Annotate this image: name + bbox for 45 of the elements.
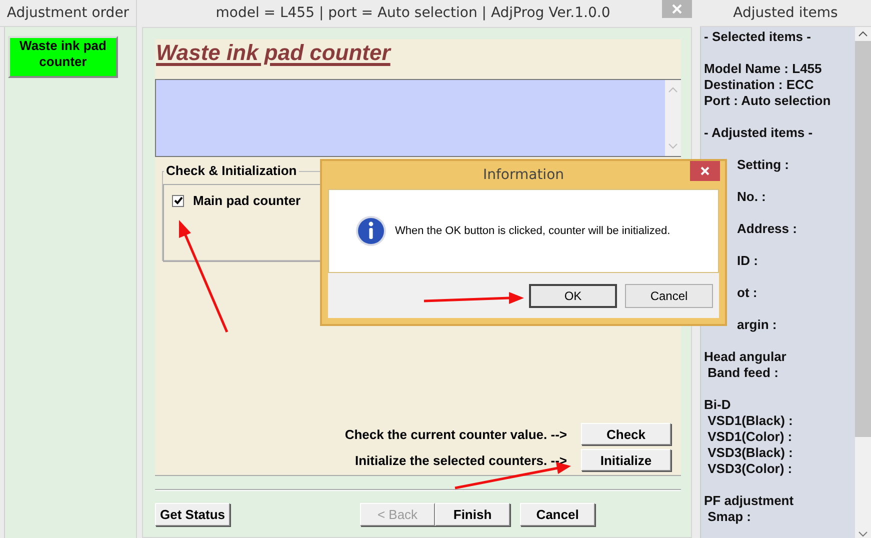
window-title: model = L455 | port = Auto selection | AdjProg Ver.1.0.0 [216,5,610,21]
item-line: ot : [737,285,758,301]
item-line: No. : [737,189,767,205]
item-line: ID : [737,253,759,269]
item-line: - Adjusted items - [704,125,814,141]
item-line: Band feed : [706,365,780,381]
item-line: Port : Auto selection [704,93,832,109]
page-heading: Waste ink pad counter [155,39,390,67]
dialog-button[interactable]: Cancel [625,284,713,308]
action-button[interactable]: Initialize [581,449,671,471]
checkbox[interactable] [172,194,184,206]
item-line: Model Name : L455 [704,61,823,77]
item-line: argin : [737,317,778,333]
action-button[interactable]: Check [581,423,671,445]
wizard-button[interactable]: Cancel [520,503,596,526]
close-icon [671,3,683,15]
step-button[interactable]: Waste ink pad counter [8,36,118,78]
scrollbar[interactable] [855,27,871,538]
item-line: Bi-D [704,397,732,413]
close-button[interactable] [662,0,692,18]
item-line: PF adjustment [704,493,795,509]
group-title: Check & Initialization [164,163,299,178]
item-line: Smap : [706,509,752,525]
item-line: Destination : ECC [704,77,815,93]
item-line: Head angular [704,349,788,365]
close-icon [700,166,710,176]
item-line: - Selected items - [704,29,812,45]
item-line: VSD3(Black) : [706,445,794,461]
action-prompt: Check the current counter value. --> [344,426,567,442]
item-line: Setting : [737,157,790,173]
checkbox-label: Main pad counter [193,193,301,208]
close-button[interactable] [690,161,720,181]
item-line: VSD3(Color) : [706,461,794,477]
item-line: Address : [737,221,798,237]
scroll-thumb[interactable] [855,41,871,437]
item-line: VSD1(Color) : [706,429,794,445]
item-line: VSD1(Black) : [706,413,794,429]
dialog-button[interactable]: OK [529,284,617,308]
wizard-button[interactable]: Finish [435,503,510,526]
scrollbar[interactable] [665,80,681,156]
status-button[interactable]: Get Status [155,503,230,526]
dialog-title: Information [482,167,564,183]
action-prompt: Initialize the selected counters. --> [354,452,567,468]
dialog-message: When the OK button is clicked, counter will be initialized. [395,225,670,237]
info-icon [355,215,387,247]
